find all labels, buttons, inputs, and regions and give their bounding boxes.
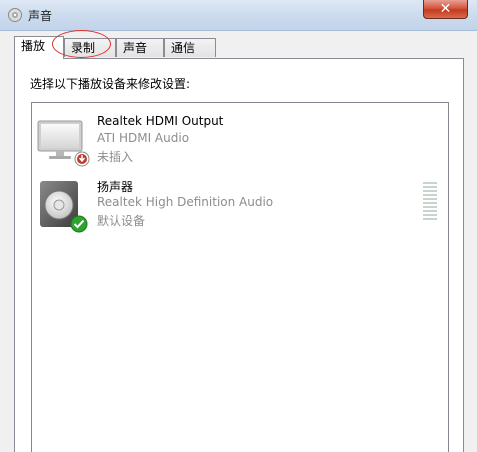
title-bar[interactable]: 声音 ✕ bbox=[0, 0, 477, 31]
device-driver: ATI HDMI Audio bbox=[97, 131, 190, 145]
device-driver: Realtek High Definition Audio bbox=[97, 195, 274, 209]
unplugged-icon bbox=[74, 151, 90, 167]
sound-dialog: 声音 ✕ 播放 录制 声音 通信 选择以下播放设备来修改设置: Realtek … bbox=[0, 0, 477, 452]
tab-playback[interactable]: 播放 bbox=[14, 36, 64, 59]
volume-level-meter bbox=[423, 182, 437, 222]
close-icon: ✕ bbox=[439, 1, 452, 17]
device-status: 未插入 bbox=[97, 150, 134, 164]
tab-communications[interactable]: 通信 bbox=[164, 38, 216, 57]
device-status: 默认设备 bbox=[97, 214, 146, 228]
tab-sounds[interactable]: 声音 bbox=[116, 38, 164, 57]
device-name: 扬声器 bbox=[97, 180, 134, 194]
playback-panel: 选择以下播放设备来修改设置: Realtek HDMI Output ATI H… bbox=[14, 58, 464, 452]
tab-recording[interactable]: 录制 bbox=[64, 38, 116, 57]
instruction-label: 选择以下播放设备来修改设置: bbox=[30, 77, 191, 91]
device-item-hdmi[interactable]: Realtek HDMI Output ATI HDMI Audio 未插入 bbox=[32, 111, 448, 171]
window-title: 声音 bbox=[28, 9, 53, 23]
speaker-app-icon bbox=[7, 7, 23, 23]
playback-device-list[interactable]: Realtek HDMI Output ATI HDMI Audio 未插入 扬… bbox=[31, 102, 449, 452]
close-button[interactable]: ✕ bbox=[423, 0, 468, 19]
device-name: Realtek HDMI Output bbox=[97, 114, 224, 128]
device-item-speakers[interactable]: 扬声器 Realtek High Definition Audio 默认设备 bbox=[32, 175, 448, 235]
default-check-icon bbox=[70, 215, 88, 233]
